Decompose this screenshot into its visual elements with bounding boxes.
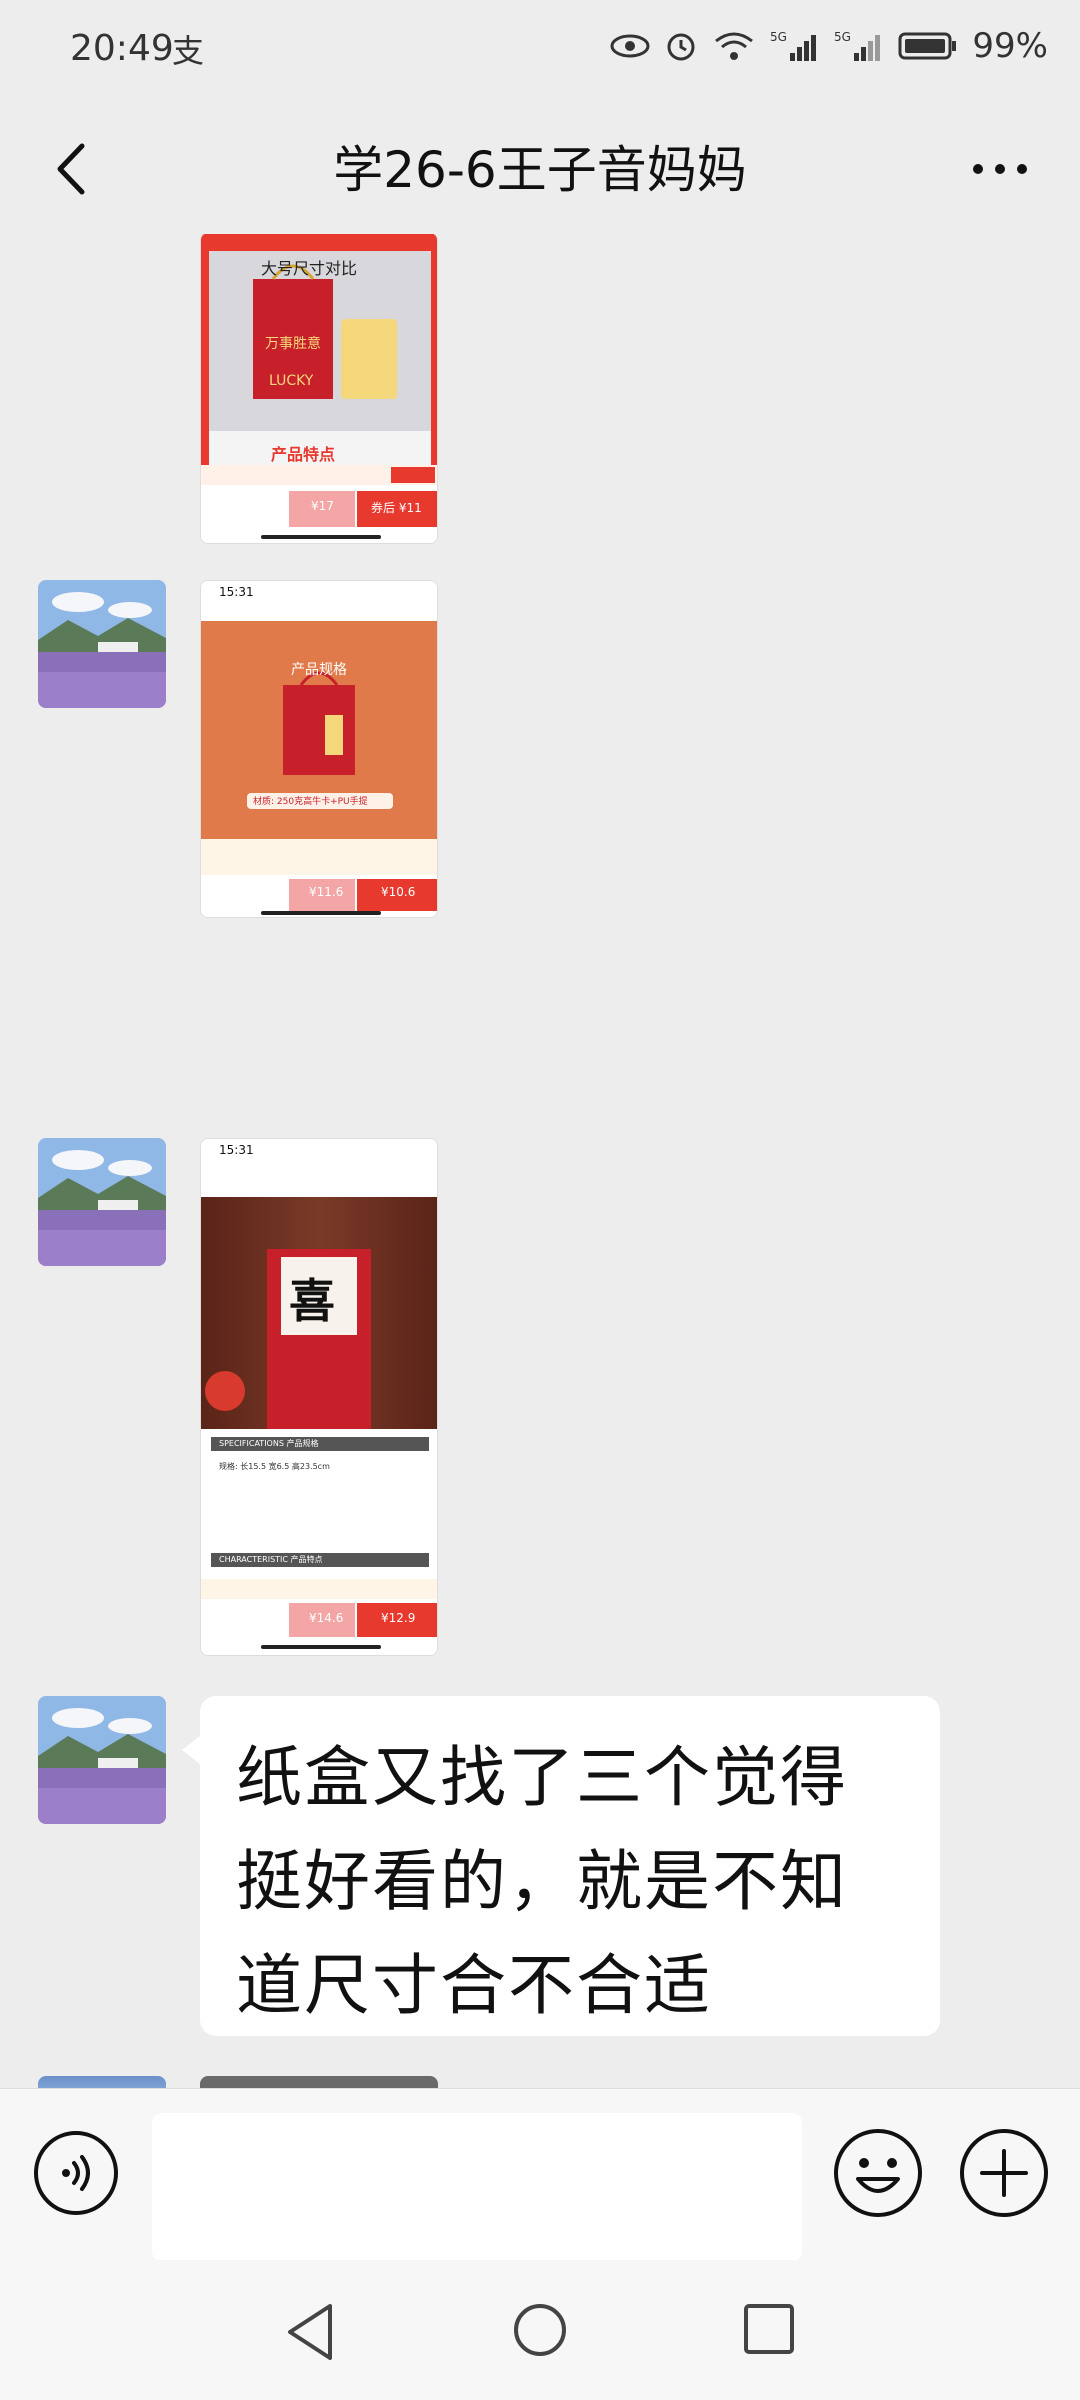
svg-text:5G: 5G: [834, 30, 851, 44]
image-message[interactable]: 15:31 喜 SPECIFICATIONS 产品规格 规格: 长15.5 宽6…: [200, 1138, 438, 1656]
image-heading: 产品规格: [291, 662, 347, 678]
status-time: 20:49: [70, 28, 174, 69]
chat-header: 学26-6王子音妈妈: [0, 104, 1080, 234]
triangle-back-icon: [288, 2304, 332, 2360]
system-back-button[interactable]: [280, 2300, 340, 2364]
circle-home-icon: [514, 2304, 566, 2356]
system-recents-button[interactable]: [740, 2300, 798, 2358]
image-message[interactable]: 大号尺寸对比 万事胜意 LUCKY 产品特点 ¥17 券后 ¥11: [200, 234, 438, 544]
system-home-button[interactable]: [508, 2298, 572, 2362]
battery-percent: 99%: [972, 26, 1048, 66]
image-caption: 喜: [289, 1274, 335, 1328]
image-caption: CHARACTERISTIC 产品特点: [219, 1555, 323, 1564]
price-label: ¥12.9: [381, 1611, 416, 1625]
voice-icon: [34, 2131, 118, 2215]
price-label: ¥14.6: [309, 1611, 344, 1625]
status-bar: 20:49 支 5G 5G 99%: [0, 0, 1080, 104]
alipay-icon: 支: [168, 30, 208, 70]
signal-5g-icon: 5G: [770, 29, 820, 63]
emoji-button[interactable]: [832, 2127, 924, 2219]
image-caption: 规格: 长15.5 宽6.5 高23.5cm: [219, 1462, 330, 1471]
more-icon: [973, 164, 1027, 174]
message-text: 纸盒又找了三个觉得挺好看的，就是不知道尺寸合不合适: [236, 1739, 848, 2024]
price-label: 券后 ¥11: [371, 501, 422, 515]
price-label: ¥11.6: [309, 885, 344, 899]
battery-icon: [898, 31, 958, 61]
plus-icon: [960, 2129, 1048, 2217]
avatar[interactable]: [38, 580, 166, 708]
more-button[interactable]: [960, 134, 1040, 204]
image-heading: 大号尺寸对比: [261, 259, 358, 278]
signal-5g-icon: 5G: [834, 29, 884, 63]
svg-text:支: 支: [172, 32, 204, 70]
emoji-icon: [834, 2129, 922, 2217]
svg-text:5G: 5G: [770, 30, 787, 44]
price-label: ¥10.6: [381, 885, 416, 899]
image-time: 15:31: [219, 1143, 254, 1157]
system-navigation-bar: [0, 2260, 1080, 2400]
text-message-bubble[interactable]: 纸盒又找了三个觉得挺好看的，就是不知道尺寸合不合适: [182, 1696, 940, 2036]
avatar[interactable]: [38, 1138, 166, 1266]
image-time: 15:31: [219, 585, 254, 599]
price-label: ¥17: [311, 499, 334, 513]
input-bar: [0, 2088, 1080, 2261]
image-message[interactable]: [200, 2076, 438, 2088]
image-message[interactable]: 15:31 产品规格 材质: 250克高牛卡+PU手提 ¥11.6 ¥10.6: [200, 580, 438, 918]
image-caption: LUCKY: [269, 373, 314, 389]
image-caption: 万事胜意: [265, 336, 321, 352]
square-recents-icon: [744, 2304, 794, 2354]
chat-title: 学26-6王子音妈妈: [333, 141, 747, 199]
eye-icon: [610, 31, 650, 61]
voice-button[interactable]: [32, 2129, 120, 2217]
image-caption: 产品特点: [271, 445, 336, 464]
chat-messages[interactable]: 大号尺寸对比 万事胜意 LUCKY 产品特点 ¥17 券后 ¥11 15:31 …: [0, 234, 1080, 2088]
image-caption: SPECIFICATIONS 产品规格: [219, 1439, 319, 1448]
wifi-icon: [712, 29, 756, 63]
message-input[interactable]: [152, 2113, 802, 2261]
image-caption: 材质: 250克高牛卡+PU手提: [253, 797, 368, 807]
avatar[interactable]: [38, 2076, 166, 2088]
avatar[interactable]: [38, 1696, 166, 1824]
more-functions-button[interactable]: [958, 2127, 1050, 2219]
alarm-icon: [664, 29, 698, 63]
